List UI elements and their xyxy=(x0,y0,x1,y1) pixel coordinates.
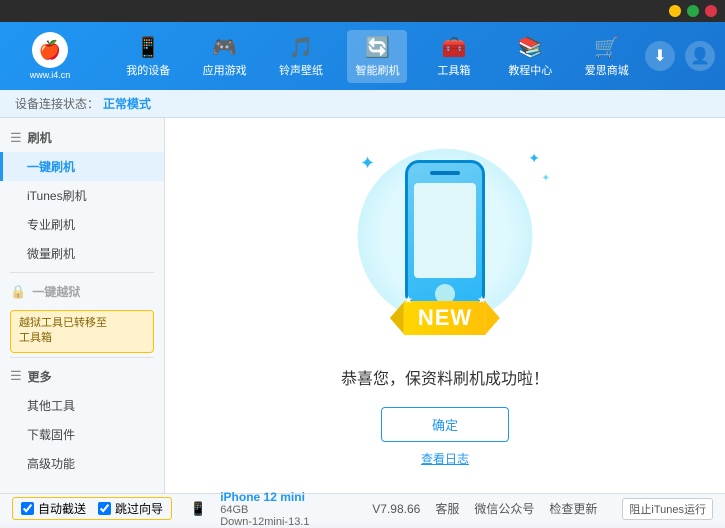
account-button[interactable]: 👤 xyxy=(685,41,715,71)
more-section-title: 更多 xyxy=(28,368,52,385)
device-storage: 64GB xyxy=(220,504,309,516)
phone-graphic xyxy=(405,160,485,308)
device-detail: Down-12mini-13.1 xyxy=(220,516,309,528)
device-section: 📱 iPhone 12 mini 64GB Down-12mini-13.1 xyxy=(190,490,309,528)
nav-ringtones-icon: 🎵 xyxy=(289,35,314,60)
status-bar: 设备连接状态： 正常模式 xyxy=(0,90,725,118)
jailbreak-section-title: 一键越狱 xyxy=(32,283,80,300)
skip-wizard-checkbox[interactable]: 跳过向导 xyxy=(98,500,163,517)
nav-smart-flash-icon: 🔄 xyxy=(365,35,390,60)
minimize-button[interactable] xyxy=(669,5,681,17)
success-message: 恭喜您，保资料刷机成功啦！ xyxy=(341,365,549,389)
header-right: ⬇ 👤 xyxy=(645,41,715,71)
nav-toolbox-label: 工具箱 xyxy=(437,62,470,78)
more-section-icon: ☰ xyxy=(10,368,22,384)
bottom-bar: 自动截送 跳过向导 📱 iPhone 12 mini 64GB Down-12m… xyxy=(0,493,725,523)
device-name: iPhone 12 mini xyxy=(220,490,309,504)
logo-icon: 🍎 xyxy=(32,32,68,68)
confirm-button[interactable]: 确定 xyxy=(381,407,509,442)
flash-section-title: 刷机 xyxy=(28,129,52,146)
nav-tutorial-label: 教程中心 xyxy=(508,62,552,78)
close-button[interactable] xyxy=(705,5,717,17)
download-button[interactable]: ⬇ xyxy=(645,41,675,71)
maximize-button[interactable] xyxy=(687,5,699,17)
nav-toolbox[interactable]: 🧰 工具箱 xyxy=(424,30,484,83)
device-info: iPhone 12 mini 64GB Down-12mini-13.1 xyxy=(220,490,309,528)
auto-send-checkbox[interactable]: 自动截送 xyxy=(21,500,86,517)
wechat-button[interactable]: 微信公众号 xyxy=(474,500,534,517)
skip-wizard-label: 跳过向导 xyxy=(115,500,163,517)
new-ribbon: NEW ★ ★ xyxy=(390,301,500,335)
nav-my-device-label: 我的设备 xyxy=(126,62,170,78)
sidebar-item-one-click-flash[interactable]: 一键刷机 xyxy=(0,152,164,181)
phone-speaker xyxy=(430,171,460,175)
sparkle-left-icon: ✦ xyxy=(360,153,375,174)
checkbox-area: 自动截送 跳过向导 xyxy=(12,497,172,520)
new-ribbon-text: NEW xyxy=(404,301,486,335)
sidebar-item-download-firmware[interactable]: 下载固件 xyxy=(0,420,164,449)
content-area: ✦ ✦ ✦ NEW ★ ★ 恭喜您，保资料刷机成功啦！ 确定 查看日志 xyxy=(165,118,725,493)
nav-toolbox-icon: 🧰 xyxy=(441,35,466,60)
skip-wizard-input[interactable] xyxy=(98,502,111,515)
sidebar-jailbreak-header: 🔒 一键越狱 xyxy=(0,277,164,306)
flash-section-icon: ☰ xyxy=(10,130,22,146)
sidebar-divider-1 xyxy=(10,272,154,273)
header: 🍎 www.i4.cn 📱 我的设备 🎮 应用游戏 🎵 铃声壁纸 🔄 智能刷机 … xyxy=(0,22,725,90)
sidebar-item-other-tools[interactable]: 其他工具 xyxy=(0,391,164,420)
logo: 🍎 www.i4.cn xyxy=(10,32,90,80)
sparkle-right-top-icon: ✦ xyxy=(528,150,540,167)
logo-website: www.i4.cn xyxy=(30,70,71,80)
sidebar: ☰ 刷机 一键刷机 iTunes刷机 专业刷机 微量刷机 🔒 一键越狱 越狱工具… xyxy=(0,118,165,493)
sidebar-item-itunes-flash[interactable]: iTunes刷机 xyxy=(0,181,164,210)
hero-illustration: ✦ ✦ ✦ NEW ★ ★ xyxy=(335,145,555,345)
bottom-right: V7.98.66 客服 微信公众号 检查更新 阻止iTunes运行 xyxy=(372,498,713,520)
auto-send-input[interactable] xyxy=(21,502,34,515)
nav-apps-games[interactable]: 🎮 应用游戏 xyxy=(195,30,255,83)
auto-send-label: 自动截送 xyxy=(38,500,86,517)
sidebar-item-pro-flash[interactable]: 专业刷机 xyxy=(0,210,164,239)
lock-icon: 🔒 xyxy=(10,284,26,300)
nav-tutorial[interactable]: 📚 教程中心 xyxy=(500,30,560,83)
nav-store-icon: 🛒 xyxy=(594,35,619,60)
sidebar-warning: 越狱工具已转移至工具箱 xyxy=(10,310,154,353)
title-bar xyxy=(0,0,725,22)
nav-store-label: 爱思商城 xyxy=(585,62,629,78)
phone-screen xyxy=(414,183,476,278)
sidebar-more-header: ☰ 更多 xyxy=(0,362,164,391)
nav-apps-games-icon: 🎮 xyxy=(212,35,237,60)
nav-ringtones[interactable]: 🎵 铃声壁纸 xyxy=(271,30,331,83)
sparkle-right-icon: ✦ xyxy=(542,173,550,184)
sidebar-divider-2 xyxy=(10,357,154,358)
nav-smart-flash-label: 智能刷机 xyxy=(355,62,399,78)
stop-itunes-button[interactable]: 阻止iTunes运行 xyxy=(622,498,713,520)
secondary-link[interactable]: 查看日志 xyxy=(421,450,469,467)
main-layout: ☰ 刷机 一键刷机 iTunes刷机 专业刷机 微量刷机 🔒 一键越狱 越狱工具… xyxy=(0,118,725,493)
nav-ringtones-label: 铃声壁纸 xyxy=(279,62,323,78)
nav-bar: 📱 我的设备 🎮 应用游戏 🎵 铃声壁纸 🔄 智能刷机 🧰 工具箱 📚 教程中心… xyxy=(110,30,645,83)
device-icon: 📱 xyxy=(190,501,206,517)
nav-my-device[interactable]: 📱 我的设备 xyxy=(118,30,178,83)
status-label: 设备连接状态： xyxy=(15,95,99,112)
nav-my-device-icon: 📱 xyxy=(136,35,161,60)
status-value: 正常模式 xyxy=(103,95,151,112)
logo-symbol: 🍎 xyxy=(39,40,61,61)
check-update-button[interactable]: 检查更新 xyxy=(549,500,597,517)
sidebar-flash-header: ☰ 刷机 xyxy=(0,123,164,152)
service-button[interactable]: 客服 xyxy=(435,500,459,517)
sidebar-item-advanced[interactable]: 高级功能 xyxy=(0,449,164,478)
nav-apps-games-label: 应用游戏 xyxy=(203,62,247,78)
sidebar-item-micro-flash[interactable]: 微量刷机 xyxy=(0,239,164,268)
nav-tutorial-icon: 📚 xyxy=(518,35,543,60)
version-label: V7.98.66 xyxy=(372,502,420,516)
nav-store[interactable]: 🛒 爱思商城 xyxy=(577,30,637,83)
nav-smart-flash[interactable]: 🔄 智能刷机 xyxy=(347,30,407,83)
